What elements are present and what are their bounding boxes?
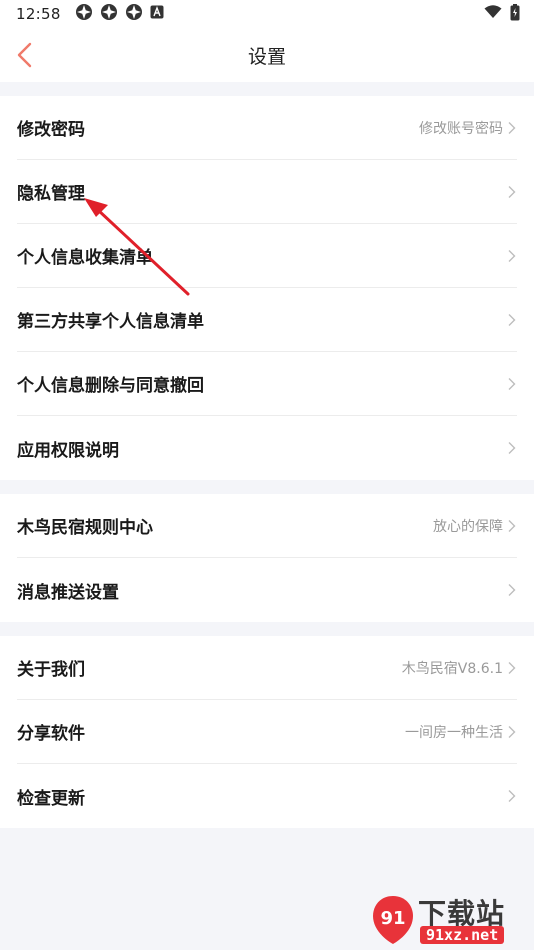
settings-group-rules: 木鸟民宿规则中心 放心的保障 消息推送设置: [0, 494, 534, 622]
wifi-icon: [484, 5, 502, 23]
check-update-item[interactable]: 检查更新: [17, 764, 517, 828]
app-permissions-item[interactable]: 应用权限说明: [17, 416, 517, 480]
about-us-item[interactable]: 关于我们 木鸟民宿V8.6.1: [17, 636, 517, 700]
share-app-item[interactable]: 分享软件 一间房一种生活: [17, 700, 517, 764]
chevron-right-icon: [508, 519, 516, 532]
chevron-right-icon: [508, 121, 516, 134]
third-party-sharing-list-item[interactable]: 第三方共享个人信息清单: [17, 288, 517, 352]
item-label: 修改密码: [17, 120, 85, 140]
watermark-logo-icon: 91: [373, 896, 413, 944]
status-time: 12:58: [16, 5, 61, 23]
personal-info-collection-list-item[interactable]: 个人信息收集清单: [17, 224, 517, 288]
chevron-right-icon: [508, 442, 516, 454]
item-label: 应用权限说明: [17, 440, 119, 461]
app-notification-icon: [75, 3, 93, 25]
item-value: 修改账号密码: [419, 120, 503, 137]
chevron-right-icon: [508, 377, 516, 390]
site-watermark: 91 下载站 91xz.net: [370, 892, 530, 948]
chevron-left-icon: [17, 42, 32, 68]
item-label: 分享软件: [17, 724, 85, 744]
app-notification-icon: [100, 3, 118, 25]
item-label: 个人信息收集清单: [17, 248, 153, 268]
item-label: 检查更新: [17, 788, 85, 809]
chevron-right-icon: [508, 185, 516, 198]
chevron-right-icon: [508, 725, 516, 738]
item-label: 木鸟民宿规则中心: [17, 518, 153, 538]
item-value: 一间房一种生活: [405, 724, 503, 741]
battery-icon: [510, 3, 520, 25]
svg-text:91: 91: [380, 908, 405, 929]
settings-group-account: 修改密码 修改账号密码 隐私管理 个人信息收集清单 第三方共享个人信息清单 个人…: [0, 96, 534, 480]
item-value: 放心的保障: [433, 518, 503, 535]
change-password-item[interactable]: 修改密码 修改账号密码: [17, 96, 517, 160]
watermark-url: 91xz.net: [420, 926, 505, 944]
chevron-right-icon: [508, 249, 516, 262]
a-icon: [150, 5, 164, 23]
page-title: 设置: [247, 45, 286, 68]
settings-group-about: 关于我们 木鸟民宿V8.6.1 分享软件 一间房一种生活 检查更新: [0, 636, 534, 828]
rules-center-item[interactable]: 木鸟民宿规则中心 放心的保障: [17, 494, 517, 558]
item-value: 木鸟民宿V8.6.1: [401, 660, 503, 677]
chevron-right-icon: [508, 584, 516, 596]
item-label: 关于我们: [17, 660, 85, 680]
chevron-right-icon: [508, 661, 516, 674]
item-label: 消息推送设置: [17, 582, 119, 603]
chevron-right-icon: [508, 790, 516, 802]
navigation-bar: 设置: [0, 28, 534, 82]
back-button[interactable]: [14, 41, 38, 69]
item-label: 个人信息删除与同意撤回: [17, 376, 204, 396]
item-label: 第三方共享个人信息清单: [17, 312, 204, 332]
info-deletion-consent-item[interactable]: 个人信息删除与同意撤回: [17, 352, 517, 416]
privacy-management-item[interactable]: 隐私管理: [17, 160, 517, 224]
item-label: 隐私管理: [17, 184, 85, 204]
app-notification-icon: [125, 3, 143, 25]
push-notification-settings-item[interactable]: 消息推送设置: [17, 558, 517, 622]
chevron-right-icon: [508, 313, 516, 326]
status-bar: 12:58: [0, 0, 534, 28]
